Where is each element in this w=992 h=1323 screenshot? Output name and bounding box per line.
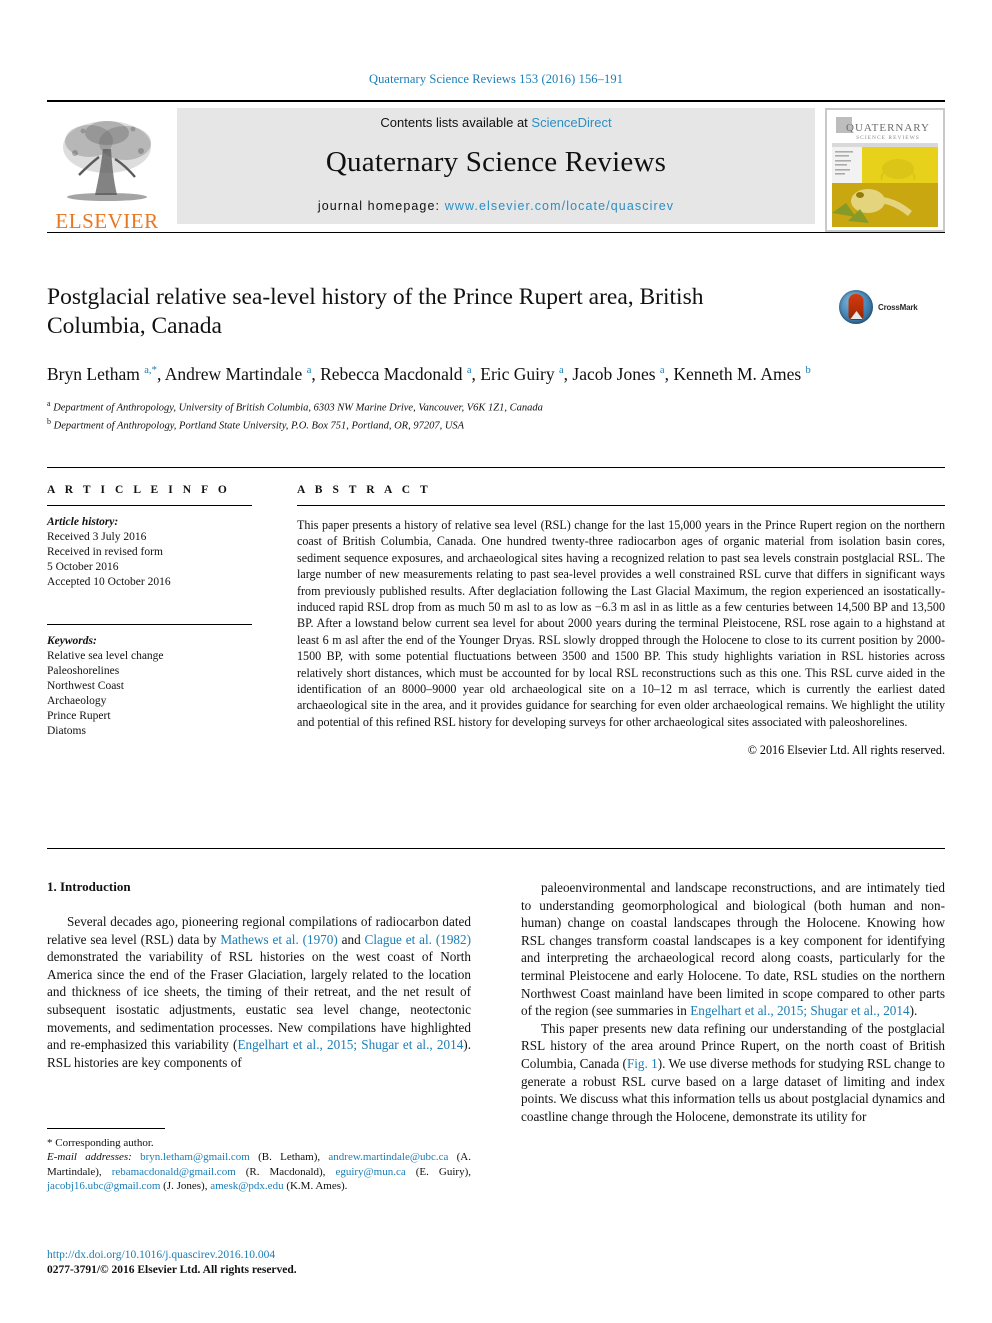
article-page: Quaternary Science Reviews 153 (2016) 15…	[0, 0, 992, 1323]
abstract-copyright: © 2016 Elsevier Ltd. All rights reserved…	[747, 743, 945, 758]
corresponding-author-note: * Corresponding author.	[47, 1137, 154, 1149]
crossmark-icon	[839, 290, 873, 324]
masthead-top-rule	[47, 100, 945, 102]
crossmark-badge[interactable]: CrossMark	[839, 287, 935, 327]
affiliations: a Department of Anthropology, University…	[47, 397, 945, 433]
history-line: Received 3 July 2016	[47, 531, 147, 543]
article-history: Article history: Received 3 July 2016 Re…	[47, 515, 252, 590]
keyword-item: Relative sea level change	[47, 650, 164, 662]
keywords-rule	[47, 624, 252, 625]
keyword-item: Archaeology	[47, 695, 107, 707]
affiliation-b-text: Department of Anthropology, Portland Sta…	[53, 420, 465, 432]
running-head: Quaternary Science Reviews 153 (2016) 15…	[368, 72, 624, 86]
title-block: Postglacial relative sea-level history o…	[47, 283, 945, 433]
article-info-rule	[47, 505, 252, 506]
body-column-left: 1. Introduction Several decades ago, pio…	[47, 879, 471, 1071]
affiliation-b: b Department of Anthropology, Portland S…	[47, 415, 945, 433]
intro-paragraph-left: Several decades ago, pioneering regional…	[47, 914, 471, 1070]
contents-prefix: Contents lists available at	[380, 115, 532, 130]
author-list: Bryn Letham a,*, Andrew Martindale a, Re…	[47, 363, 811, 384]
sciencedirect-link[interactable]: ScienceDirect	[531, 115, 611, 130]
elsevier-wordmark: ELSEVIER	[55, 209, 159, 233]
journal-homepage-line: journal homepage: www.elsevier.com/locat…	[318, 199, 674, 213]
abstract-column: A B S T R A C T This paper presents a hi…	[297, 484, 945, 758]
journal-cover-thumbnail: QUATERNARY SCIENCE REVIEWS	[825, 108, 945, 232]
footnote-rule	[47, 1128, 165, 1129]
abstract-rule	[297, 505, 945, 506]
svg-text:QUATERNARY: QUATERNARY	[846, 122, 930, 134]
elsevier-tree-icon	[55, 117, 159, 209]
history-line: Received in revised form	[47, 546, 163, 558]
section-heading-introduction: 1. Introduction	[47, 879, 131, 894]
affiliation-a-text: Department of Anthropology, University o…	[53, 402, 543, 414]
affiliation-a-marker: a	[47, 398, 51, 408]
keyword-item: Paleoshorelines	[47, 665, 120, 677]
article-info-heading: A R T I C L E I N F O	[47, 484, 231, 496]
article-info-column: A R T I C L E I N F O Article history: R…	[47, 484, 252, 739]
body-column-right: paleoenvironmental and landscape reconst…	[521, 879, 945, 1125]
svg-text:SCIENCE REVIEWS: SCIENCE REVIEWS	[856, 135, 920, 141]
masthead-bottom-rule	[47, 232, 945, 233]
intro-paragraph-right-1: paleoenvironmental and landscape reconst…	[521, 880, 945, 1019]
body-columns: 1. Introduction Several decades ago, pio…	[47, 879, 945, 1125]
email-addresses: E-mail addresses: bryn.letham@gmail.com …	[47, 1150, 471, 1193]
issn-copyright-line: 0277-3791/© 2016 Elsevier Ltd. All right…	[47, 1264, 297, 1276]
journal-title: Quaternary Science Reviews	[325, 146, 667, 178]
abstract-heading: A B S T R A C T	[297, 484, 432, 496]
journal-masthead: ELSEVIER Contents lists available at Sci…	[47, 100, 945, 234]
masthead-center-panel: Contents lists available at ScienceDirec…	[177, 108, 815, 224]
homepage-prefix: journal homepage:	[317, 199, 445, 213]
info-band-bottom-rule	[47, 848, 945, 849]
crossmark-label: CrossMark	[878, 302, 918, 312]
affiliation-b-marker: b	[47, 416, 51, 426]
intro-paragraph-right-2: This paper presents new data refining ou…	[521, 1020, 945, 1124]
footnote-block: * Corresponding author. E-mail addresses…	[47, 1128, 471, 1194]
doi-link[interactable]: http://dx.doi.org/10.1016/j.quascirev.20…	[47, 1248, 471, 1263]
article-history-label: Article history:	[47, 516, 119, 528]
contents-available-line: Contents lists available at ScienceDirec…	[380, 115, 611, 130]
homepage-link[interactable]: www.elsevier.com/locate/quascirev	[445, 199, 674, 213]
keyword-item: Diatoms	[47, 725, 86, 737]
keywords-label: Keywords:	[47, 635, 97, 647]
keyword-item: Northwest Coast	[47, 680, 124, 692]
info-band-top-rule	[47, 467, 945, 468]
affiliation-a: a Department of Anthropology, University…	[47, 397, 945, 415]
keywords-block: Keywords: Relative sea level change Pale…	[47, 624, 252, 739]
elsevier-logo: ELSEVIER	[47, 108, 167, 232]
page-title: Postglacial relative sea-level history o…	[47, 284, 704, 339]
keyword-item: Prince Rupert	[47, 710, 111, 722]
history-line: 5 October 2016	[47, 561, 119, 573]
email-addresses-label: E-mail addresses:	[47, 1151, 132, 1164]
doi-block: http://dx.doi.org/10.1016/j.quascirev.20…	[47, 1248, 471, 1278]
history-line: Accepted 10 October 2016	[47, 576, 171, 588]
abstract-text: This paper presents a history of relativ…	[297, 518, 945, 729]
